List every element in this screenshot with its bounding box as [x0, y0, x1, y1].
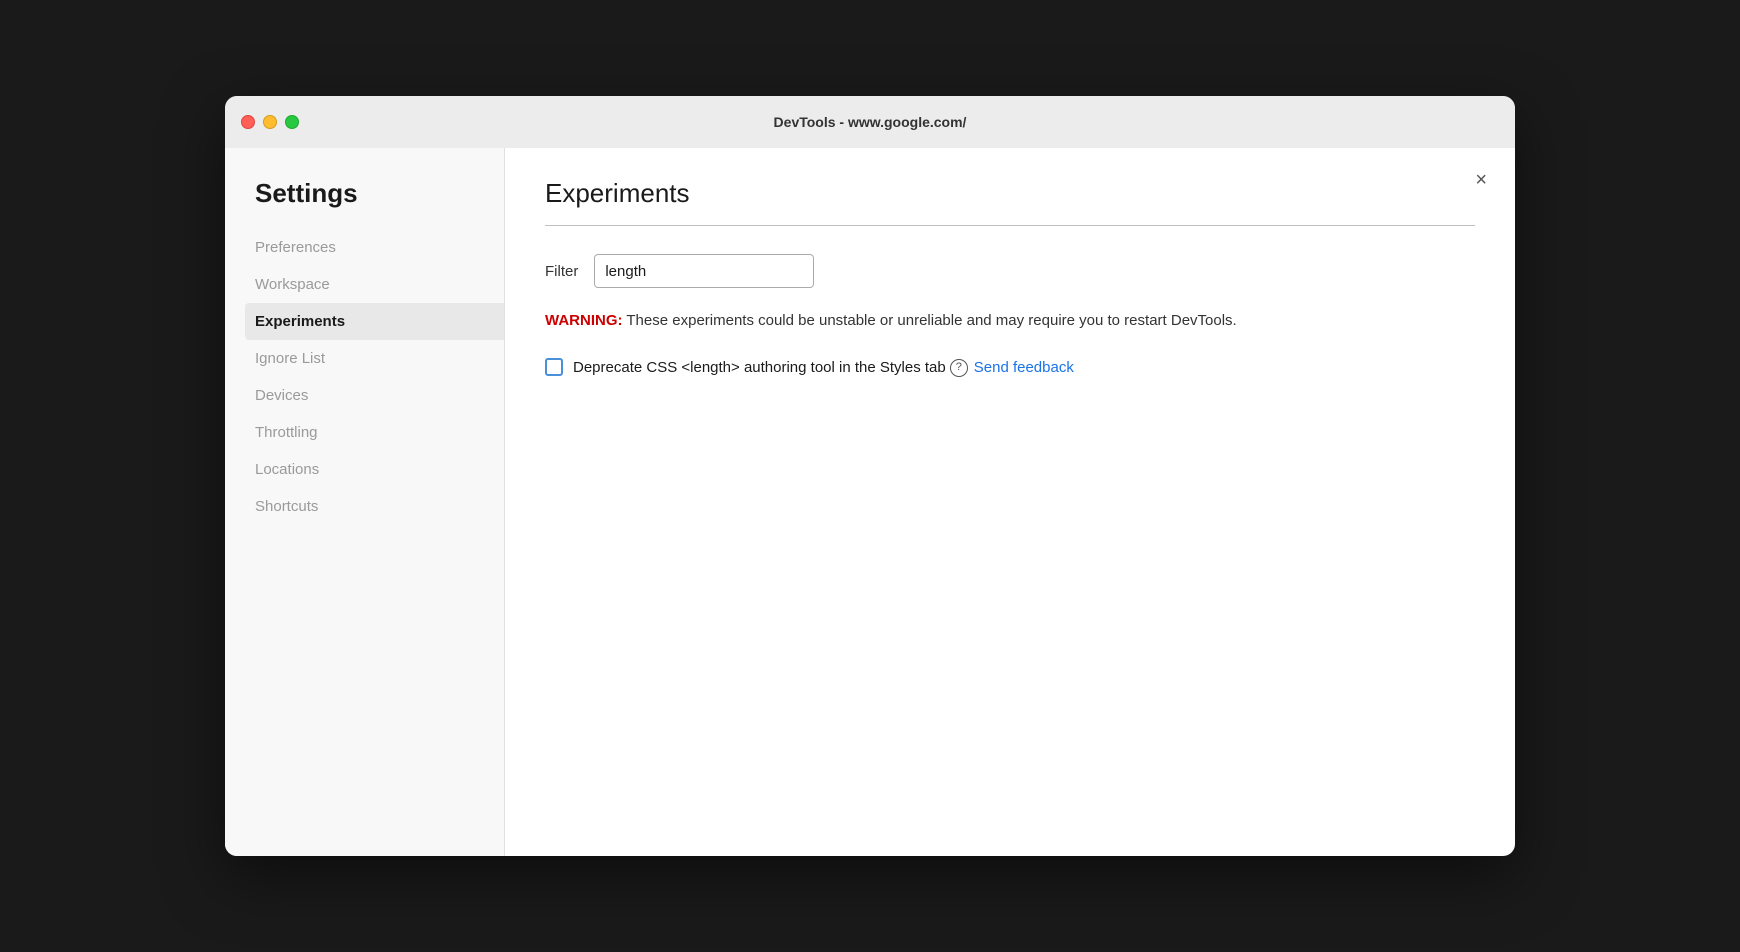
sidebar-item-devices[interactable]: Devices	[255, 377, 504, 414]
sidebar-heading: Settings	[255, 178, 504, 209]
sidebar-item-locations[interactable]: Locations	[255, 451, 504, 488]
sidebar-item-ignore-list[interactable]: Ignore List	[255, 340, 504, 377]
experiment-label: Deprecate CSS <length> authoring tool in…	[573, 359, 946, 376]
sidebar-item-experiments[interactable]: Experiments	[245, 303, 504, 340]
traffic-lights	[241, 115, 299, 129]
experiment-checkbox[interactable]	[545, 358, 563, 376]
warning-label: WARNING:	[545, 312, 623, 329]
content-area: Settings Preferences Workspace Experimen…	[225, 148, 1515, 856]
experiment-text: Deprecate CSS <length> authoring tool in…	[573, 357, 1074, 380]
close-button[interactable]: ×	[1475, 170, 1487, 190]
experiment-item: Deprecate CSS <length> authoring tool in…	[545, 357, 1475, 380]
page-title: Experiments	[545, 178, 1475, 209]
titlebar: DevTools - www.google.com/	[225, 96, 1515, 148]
window-title: DevTools - www.google.com/	[774, 114, 967, 130]
sidebar-item-shortcuts[interactable]: Shortcuts	[255, 488, 504, 525]
maximize-traffic-light[interactable]	[285, 115, 299, 129]
sidebar-item-workspace[interactable]: Workspace	[255, 266, 504, 303]
main-content: × Experiments Filter WARNING: These expe…	[505, 148, 1515, 856]
filter-row: Filter	[545, 254, 1475, 288]
minimize-traffic-light[interactable]	[263, 115, 277, 129]
warning-block: WARNING: These experiments could be unst…	[545, 310, 1475, 333]
sidebar-nav: Preferences Workspace Experiments Ignore…	[255, 229, 504, 525]
sidebar-item-preferences[interactable]: Preferences	[255, 229, 504, 266]
filter-label: Filter	[545, 263, 578, 280]
sidebar: Settings Preferences Workspace Experimen…	[225, 148, 505, 856]
sidebar-item-throttling[interactable]: Throttling	[255, 414, 504, 451]
help-icon: ?	[950, 359, 968, 377]
warning-text: These experiments could be unstable or u…	[623, 312, 1237, 329]
send-feedback-link[interactable]: Send feedback	[974, 359, 1074, 376]
title-divider	[545, 225, 1475, 226]
close-traffic-light[interactable]	[241, 115, 255, 129]
devtools-window: DevTools - www.google.com/ Settings Pref…	[225, 96, 1515, 856]
filter-input[interactable]	[594, 254, 814, 288]
